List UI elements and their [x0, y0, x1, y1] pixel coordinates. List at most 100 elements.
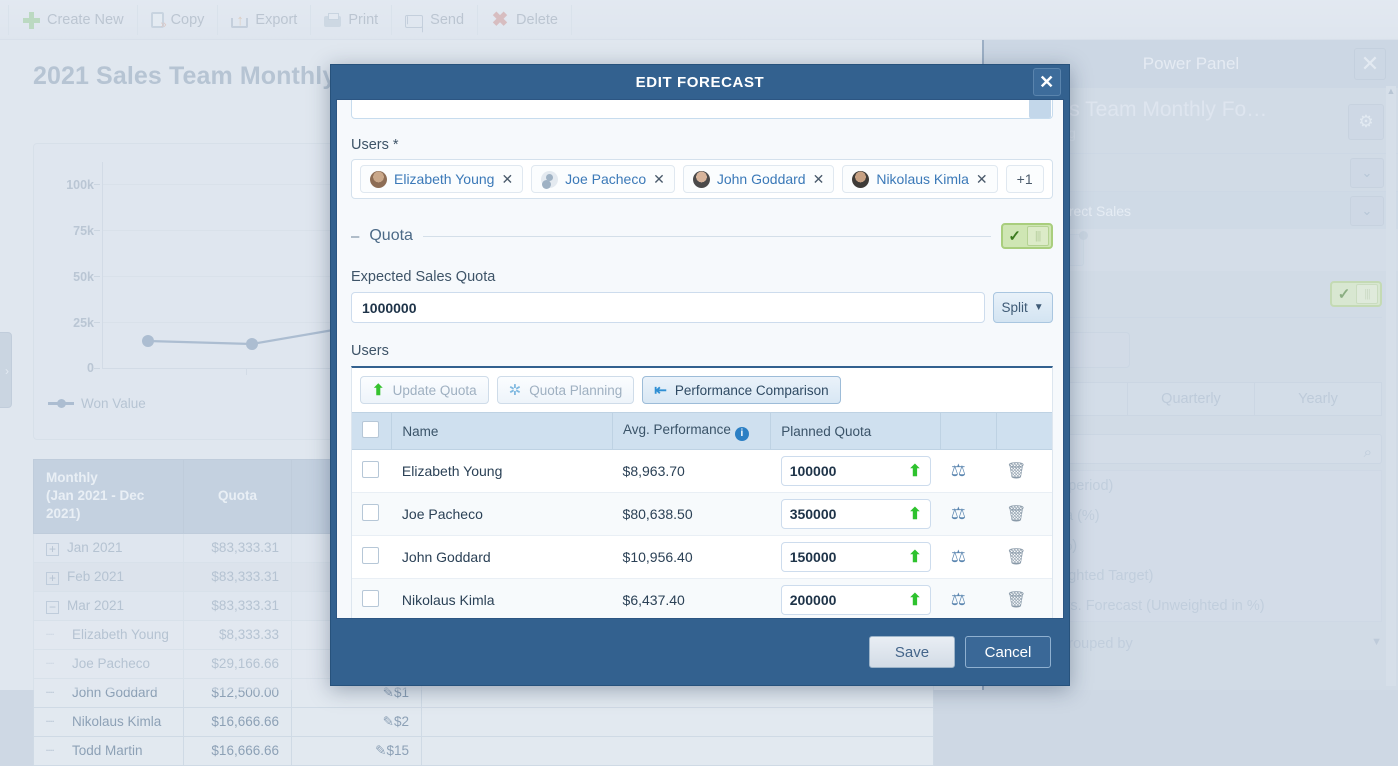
avatar — [693, 171, 710, 188]
trash-icon[interactable]: 🗑 — [1006, 463, 1026, 480]
quota-planning-button[interactable]: ✲ Quota Planning — [497, 376, 635, 404]
user-chip[interactable]: Joe Pacheco ✕ — [531, 165, 675, 193]
chip-label: Joe Pacheco — [565, 171, 646, 187]
remove-chip-icon[interactable]: ✕ — [501, 171, 513, 188]
table-row[interactable]: ┈Nikolaus Kimla $16,666.66 ✎$2 — [34, 707, 934, 736]
chip-overflow-badge[interactable]: +1 — [1006, 165, 1044, 193]
row-avg-performance: $6,437.40 — [613, 579, 771, 620]
chevron-down-icon: ▼ — [1034, 302, 1044, 313]
remove-chip-icon[interactable]: ✕ — [976, 171, 988, 188]
planned-quota-input[interactable]: 100000 ⬆ — [781, 456, 931, 486]
collapse-icon[interactable]: – — [351, 228, 359, 245]
users-chips-input[interactable]: Elizabeth Young ✕ Joe Pacheco ✕ John God… — [351, 159, 1053, 199]
trash-icon[interactable]: 🗑 — [1006, 549, 1026, 566]
dropdown-nub-icon[interactable] — [1029, 99, 1051, 119]
row-planned-quota-cell: 200000 ⬆ — [771, 579, 941, 620]
chip-label: Elizabeth Young — [394, 171, 494, 187]
row-compare-cell: ⚖ — [941, 450, 996, 493]
remove-chip-icon[interactable]: ✕ — [813, 171, 825, 188]
table-row[interactable]: John Goddard $10,956.40 150000 ⬆ ⚖ 🗑 — [352, 536, 1052, 579]
column-header-avg-performance: Avg. Performancei — [613, 413, 771, 450]
table-row[interactable]: Nikolaus Kimla $6,437.40 200000 ⬆ ⚖ 🗑 — [352, 579, 1052, 620]
up-arrow-icon[interactable]: ⬆ — [908, 547, 921, 567]
users-quota-table: Name Avg. Performancei Planned Quota Eli… — [352, 412, 1052, 619]
table-row[interactable]: Joe Pacheco $80,638.50 350000 ⬆ ⚖ 🗑 — [352, 493, 1052, 536]
row-avg-performance: $8,963.70 — [613, 450, 771, 493]
cancel-button[interactable]: Cancel — [965, 636, 1051, 668]
row-label: Todd Martin — [72, 743, 143, 758]
row-checkbox[interactable] — [362, 504, 379, 521]
users-field-label: Users * — [351, 137, 1053, 153]
scale-icon[interactable]: ⚖ — [951, 504, 966, 523]
users-select-partial[interactable]: Users — [351, 99, 1053, 119]
row-select-cell — [352, 493, 392, 536]
row-quota: $16,666.66 — [184, 707, 292, 736]
row-avg-performance: $80,638.50 — [613, 493, 771, 536]
tree-line-icon: ┈ — [46, 714, 72, 730]
up-arrow-icon[interactable]: ⬆ — [908, 590, 921, 610]
check-icon: ✓ — [1003, 227, 1027, 245]
quota-toggle[interactable]: ✓ ||| — [1001, 223, 1053, 249]
table-row[interactable]: Elizabeth Young $8,963.70 100000 ⬆ ⚖ 🗑 — [352, 450, 1052, 493]
row-compare-cell: ⚖ — [941, 579, 996, 620]
avatar — [541, 171, 558, 188]
scale-icon[interactable]: ⚖ — [951, 547, 966, 566]
column-header-delete — [996, 413, 1052, 450]
column-header-compare — [941, 413, 996, 450]
save-button[interactable]: Save — [869, 636, 955, 668]
row-extra — [422, 736, 934, 765]
row-checkbox[interactable] — [362, 547, 379, 564]
split-dropdown-button[interactable]: Split ▼ — [993, 292, 1053, 323]
gear-icon: ✲ — [509, 381, 522, 399]
row-compare-cell: ⚖ — [941, 536, 996, 579]
trash-icon[interactable]: 🗑 — [1006, 592, 1026, 609]
split-label: Split — [1002, 300, 1028, 315]
quota-value: 100000 — [790, 463, 909, 479]
divider — [423, 236, 991, 237]
avatar — [370, 171, 387, 188]
column-header-name: Name — [392, 413, 613, 450]
up-arrow-icon[interactable]: ⬆ — [908, 461, 921, 481]
user-chip[interactable]: Elizabeth Young ✕ — [360, 165, 523, 193]
quota-value: 150000 — [790, 549, 909, 565]
row-checkbox[interactable] — [362, 461, 379, 478]
dialog-scroll-content: Users Users * Elizabeth Young ✕ Joe Pach… — [337, 100, 1064, 618]
info-icon[interactable]: i — [735, 427, 749, 441]
expected-quota-label: Expected Sales Quota — [351, 269, 1053, 285]
remove-chip-icon[interactable]: ✕ — [653, 171, 665, 188]
users-quota-panel: ⬆ Update Quota ✲ Quota Planning ⇤ Perfor… — [351, 366, 1053, 619]
row-select-cell — [352, 579, 392, 620]
quota-section-legend: – Quota ✓ ||| — [351, 223, 1053, 249]
select-all-checkbox[interactable] — [362, 421, 379, 438]
up-arrow-icon[interactable]: ⬆ — [908, 504, 921, 524]
table-row[interactable]: ┈Todd Martin $16,666.66 ✎$15 — [34, 736, 934, 765]
row-planned-quota-cell: 100000 ⬆ — [771, 450, 941, 493]
row-checkbox[interactable] — [362, 590, 379, 607]
toggle-knob-icon: ||| — [1027, 226, 1049, 246]
user-chip[interactable]: Nikolaus Kimla ✕ — [842, 165, 997, 193]
button-label: Performance Comparison — [675, 383, 829, 398]
row-name: Joe Pacheco — [392, 493, 613, 536]
quota-legend-label: Quota — [369, 227, 413, 245]
user-chip[interactable]: John Goddard ✕ — [683, 165, 834, 193]
chip-label: Nikolaus Kimla — [876, 171, 969, 187]
row-extra — [422, 707, 934, 736]
performance-comparison-button[interactable]: ⇤ Performance Comparison — [642, 376, 840, 404]
row-forecast: ✎$2 — [292, 707, 422, 736]
trash-icon[interactable]: 🗑 — [1006, 506, 1026, 523]
row-delete-cell: 🗑 — [996, 493, 1052, 536]
expected-quota-input[interactable] — [351, 292, 985, 323]
chip-label: John Goddard — [717, 171, 806, 187]
update-quota-button[interactable]: ⬆ Update Quota — [360, 376, 489, 404]
planned-quota-input[interactable]: 150000 ⬆ — [781, 542, 931, 572]
planned-quota-input[interactable]: 200000 ⬆ — [781, 585, 931, 615]
scale-icon[interactable]: ⚖ — [951, 590, 966, 609]
tree-line-icon: ┈ — [46, 743, 72, 759]
select-all-header — [352, 413, 392, 450]
planned-quota-input[interactable]: 350000 ⬆ — [781, 499, 931, 529]
scale-icon[interactable]: ⚖ — [951, 461, 966, 480]
column-header-planned-quota: Planned Quota — [771, 413, 941, 450]
quota-value: 350000 — [790, 506, 909, 522]
row-quota: $16,666.66 — [184, 736, 292, 765]
close-icon[interactable]: ✕ — [1033, 68, 1061, 96]
